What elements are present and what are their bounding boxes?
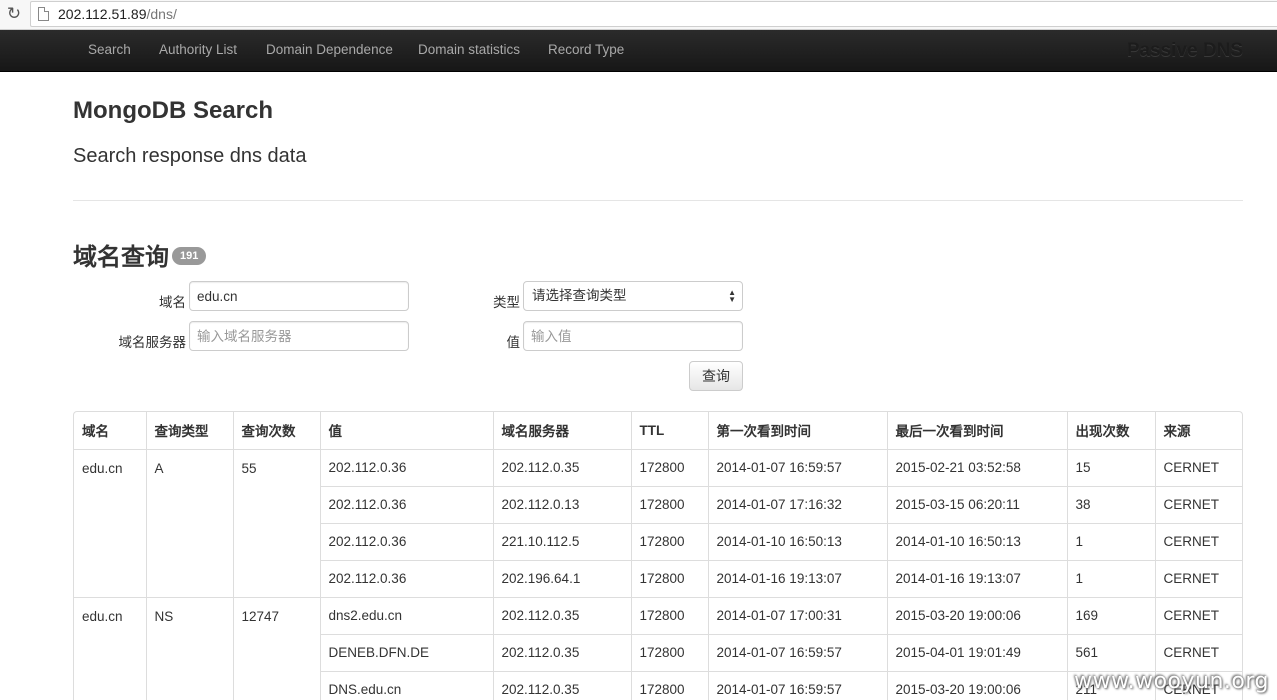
search-submit-button[interactable]: 查询 [689, 361, 743, 391]
cell-first-seen: 2014-01-07 16:59:57 [707, 633, 887, 671]
cell-domain: edu.cn [74, 596, 146, 700]
cell-nameserver: 202.196.64.1 [492, 559, 631, 597]
cell-first-seen: 2014-01-07 17:00:31 [707, 596, 887, 634]
table-row: edu.cn NS 12747 dns2.edu.cn 202.112.0.35… [74, 596, 1242, 700]
cell-query-type: NS [145, 596, 233, 700]
nav-search[interactable]: Search [88, 42, 131, 57]
cell-ttl: 172800 [630, 485, 708, 523]
cell-last-seen: 2014-01-16 19:13:07 [886, 559, 1067, 597]
browser-address-bar: ↻ 202.112.51.89/dns/ [0, 0, 1277, 30]
cell-query-type: A [145, 448, 233, 597]
cell-value: 202.112.0.36 [319, 522, 493, 560]
page-title: MongoDB Search [73, 97, 274, 124]
cell-occurrences: 169 [1066, 596, 1155, 634]
col-header: 最后一次看到时间 [886, 412, 1067, 449]
domain-input[interactable] [189, 281, 409, 311]
cell-ttl: 172800 [630, 522, 708, 560]
cell-source: CERNET [1154, 596, 1242, 634]
table-row: edu.cn A 55 202.112.0.36 202.112.0.35 17… [74, 448, 1242, 597]
cell-last-seen: 2015-03-15 06:20:11 [886, 485, 1067, 523]
cell-first-seen: 2014-01-16 19:13:07 [707, 559, 887, 597]
cell-nameserver: 202.112.0.35 [492, 596, 631, 634]
cell-value: 202.112.0.36 [319, 485, 493, 523]
select-arrows-icon: ▲ ▼ [728, 288, 736, 304]
cell-last-seen: 2015-03-20 19:00:06 [886, 596, 1067, 634]
col-header: 域名 [82, 424, 109, 440]
nameserver-label: 域名服务器 [118, 335, 187, 350]
cell-occurrences: 1 [1066, 559, 1155, 597]
cell-ttl: 172800 [630, 448, 708, 486]
cell-ttl: 172800 [630, 670, 708, 700]
col-header: 来源 [1154, 412, 1242, 449]
cell-domain: edu.cn [74, 448, 146, 597]
cell-value: DENEB.DFN.DE [319, 633, 493, 671]
cell-ttl: 172800 [630, 596, 708, 634]
cell-ttl: 172800 [630, 633, 708, 671]
cell-source: CERNET [1154, 448, 1242, 486]
table-header-row: 域名 查询类型 查询次数 值 域名服务器 TTL 第一次看到时间 最后一次看到时… [74, 412, 1242, 449]
cell-occurrences: 1 [1066, 522, 1155, 560]
col-header: 查询类型 [145, 412, 233, 449]
page-icon [38, 7, 49, 21]
url-field[interactable]: 202.112.51.89/dns/ [30, 1, 1277, 27]
cell-last-seen: 2015-03-20 19:00:06 [886, 670, 1067, 700]
cell-value: DNS.edu.cn [319, 670, 493, 700]
divider [73, 200, 1243, 201]
col-header: 查询次数 [232, 412, 320, 449]
cell-nameserver: 221.10.112.5 [492, 522, 631, 560]
nav-authority-list[interactable]: Authority List [159, 42, 237, 57]
reload-icon[interactable]: ↻ [4, 4, 24, 24]
cell-value: dns2.edu.cn [319, 596, 493, 634]
cell-occurrences: 15 [1066, 448, 1155, 486]
cell-source: CERNET [1154, 633, 1242, 671]
cell-query-count: 55 [232, 448, 320, 597]
cell-last-seen: 2015-04-01 19:01:49 [886, 633, 1067, 671]
cell-last-seen: 2015-02-21 03:52:58 [886, 448, 1067, 486]
section-title: 域名查询 [73, 244, 169, 271]
brand-logo[interactable]: Passive DNS [1127, 40, 1243, 62]
cell-first-seen: 2014-01-10 16:50:13 [707, 522, 887, 560]
cell-first-seen: 2014-01-07 16:59:57 [707, 670, 887, 700]
type-label: 类型 [493, 295, 520, 310]
cell-ttl: 172800 [630, 559, 708, 597]
nav-record-type[interactable]: Record Type [548, 42, 624, 57]
col-header: 第一次看到时间 [707, 412, 887, 449]
value-input[interactable] [523, 321, 743, 351]
cell-source: CERNET [1154, 485, 1242, 523]
cell-query-count: 12747 [232, 596, 320, 700]
result-count-badge: 191 [172, 247, 207, 265]
type-select-value: 请选择查询类型 [532, 288, 627, 303]
nameserver-input[interactable] [189, 321, 409, 351]
domain-label: 域名 [159, 295, 186, 310]
cell-occurrences: 38 [1066, 485, 1155, 523]
results-table: 域名 查询类型 查询次数 值 域名服务器 TTL 第一次看到时间 最后一次看到时… [73, 411, 1243, 700]
col-header: 值 [319, 412, 493, 449]
cell-first-seen: 2014-01-07 17:16:32 [707, 485, 887, 523]
col-header: 出现次数 [1066, 412, 1155, 449]
cell-value: 202.112.0.36 [319, 448, 493, 486]
nav-domain-statistics[interactable]: Domain statistics [418, 42, 520, 57]
cell-last-seen: 2014-01-10 16:50:13 [886, 522, 1067, 560]
col-header: 域名服务器 [492, 412, 631, 449]
nav-domain-dependence[interactable]: Domain Dependence [266, 42, 393, 57]
col-header: TTL [630, 412, 708, 449]
cell-source: CERNET [1154, 522, 1242, 560]
cell-nameserver: 202.112.0.35 [492, 670, 631, 700]
url-text: 202.112.51.89/dns/ [58, 6, 177, 22]
watermark: www.wooyun.org [1074, 669, 1269, 694]
cell-nameserver: 202.112.0.35 [492, 633, 631, 671]
cell-value: 202.112.0.36 [319, 559, 493, 597]
cell-nameserver: 202.112.0.13 [492, 485, 631, 523]
cell-occurrences: 561 [1066, 633, 1155, 671]
cell-source: CERNET [1154, 559, 1242, 597]
top-navbar: Search Authority List Domain Dependence … [0, 30, 1277, 72]
cell-first-seen: 2014-01-07 16:59:57 [707, 448, 887, 486]
value-label: 值 [506, 335, 521, 350]
cell-nameserver: 202.112.0.35 [492, 448, 631, 486]
type-select[interactable]: 请选择查询类型 ▲ ▼ [523, 281, 743, 311]
page-subtitle: Search response dns data [73, 145, 307, 167]
